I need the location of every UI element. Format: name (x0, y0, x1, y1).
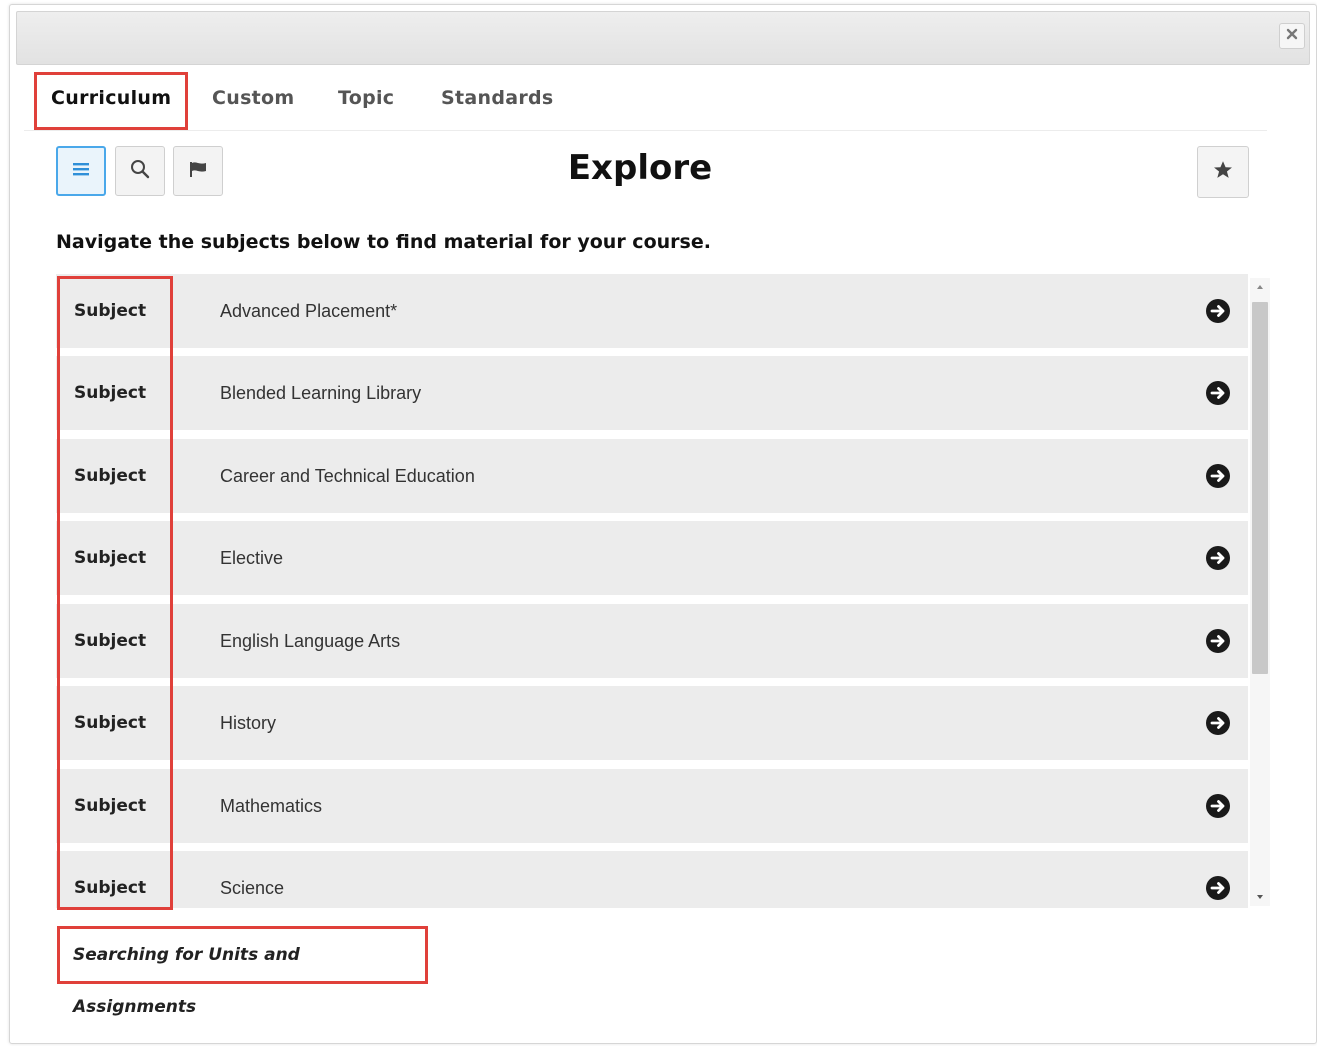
arrow-circle-right-icon[interactable] (1204, 627, 1232, 655)
subject-name: Mathematics (220, 796, 323, 816)
subject-row[interactable]: Subject Advanced Placement* (56, 274, 1248, 348)
subject-name: Blended Learning Library (220, 383, 422, 403)
star-icon (1212, 159, 1234, 186)
tab-divider (24, 130, 1267, 131)
page-title: Explore (567, 148, 713, 188)
subject-row[interactable]: Subject Mathematics (56, 769, 1248, 843)
subject-row[interactable]: Subject Science (56, 851, 1248, 908)
instructions-text: Navigate the subjects below to find mate… (56, 231, 711, 253)
dialog-titlebar (16, 11, 1310, 65)
search-help-link[interactable]: Searching for Units and Assignments (57, 926, 428, 1017)
subject-row[interactable]: Subject Blended Learning Library (56, 356, 1248, 430)
subject-name: Career and Technical Education (220, 466, 475, 486)
subject-row[interactable]: Subject History (56, 686, 1248, 760)
arrow-circle-right-icon[interactable] (1204, 462, 1232, 490)
row-type-label: Subject (74, 713, 147, 733)
search-view-button[interactable] (115, 146, 165, 196)
row-type-label: Subject (74, 796, 147, 816)
arrow-circle-right-icon[interactable] (1204, 379, 1232, 407)
scroll-up-arrow-icon[interactable] (1250, 278, 1270, 296)
row-type-label: Subject (74, 383, 147, 403)
subject-row[interactable]: Subject Career and Technical Education (56, 439, 1248, 513)
close-icon (1286, 27, 1298, 45)
arrow-circle-right-icon[interactable] (1204, 297, 1232, 325)
subject-name: English Language Arts (220, 631, 401, 651)
arrow-circle-right-icon[interactable] (1204, 709, 1232, 737)
list-icon (71, 160, 91, 183)
subject-list-scrollbar[interactable] (1250, 278, 1270, 906)
favorites-button[interactable] (1197, 146, 1249, 198)
tab-curriculum[interactable]: Curriculum (34, 72, 189, 130)
row-type-label: Subject (74, 466, 147, 486)
search-icon (129, 158, 151, 185)
arrow-circle-right-icon[interactable] (1204, 792, 1232, 820)
scrollbar-thumb[interactable] (1252, 302, 1268, 674)
subject-row[interactable]: Subject English Language Arts (56, 604, 1248, 678)
arrow-circle-right-icon[interactable] (1204, 874, 1232, 902)
standards-view-button[interactable] (173, 146, 223, 196)
tab-custom[interactable]: Custom (212, 72, 295, 124)
subject-name: Elective (220, 548, 284, 568)
scroll-down-arrow-icon[interactable] (1250, 888, 1270, 906)
subject-name: History (220, 713, 277, 733)
browse-view-button[interactable] (56, 146, 106, 196)
subject-name: Advanced Placement* (220, 301, 398, 321)
row-type-label: Subject (74, 878, 147, 898)
close-button[interactable] (1279, 23, 1305, 49)
tab-standards[interactable]: Standards (441, 72, 554, 124)
row-type-label: Subject (74, 548, 147, 568)
arrow-circle-right-icon[interactable] (1204, 544, 1232, 572)
tab-topic[interactable]: Topic (338, 72, 394, 124)
subject-row[interactable]: Subject Elective (56, 521, 1248, 595)
flag-icon (187, 159, 209, 184)
subject-list: Subject Advanced Placement* Subject Blen… (56, 274, 1248, 908)
row-type-label: Subject (74, 631, 147, 651)
subject-name: Science (220, 878, 285, 898)
row-type-label: Subject (74, 301, 147, 321)
